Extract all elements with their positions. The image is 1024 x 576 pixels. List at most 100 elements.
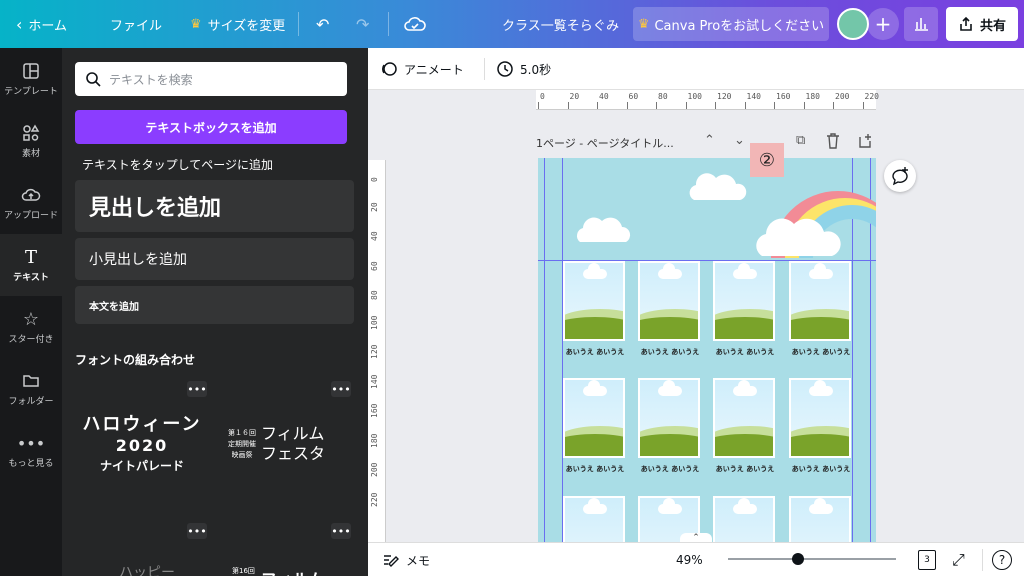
cloud-graphic	[658, 498, 682, 514]
add-page-icon	[859, 134, 871, 148]
ruler-tick-label: 20	[370, 201, 379, 212]
invite-button[interactable]: +	[867, 8, 899, 40]
search-input[interactable]: テキストを検索	[75, 62, 347, 96]
page-down-button[interactable]: ⌄	[734, 133, 745, 148]
ruler-tick-label: 40	[599, 92, 609, 101]
photo-frame[interactable]	[638, 261, 700, 341]
fullscreen-button[interactable]: ⤢	[952, 543, 965, 576]
photo-frame[interactable]	[713, 261, 775, 341]
photo-caption[interactable]: あいうえ あいうえ	[557, 464, 633, 474]
cloud-graphic	[733, 263, 757, 279]
photo-frame[interactable]	[638, 378, 700, 458]
help-button[interactable]: ?	[992, 543, 1012, 576]
ruler-tick	[538, 102, 539, 109]
photo-frame[interactable]	[713, 496, 775, 542]
delete-page-button[interactable]	[826, 133, 840, 153]
page-count-button[interactable]: 3	[918, 543, 936, 576]
trash-icon	[827, 133, 839, 149]
ruler-tick-label: 80	[658, 92, 668, 101]
ruler-tick	[567, 102, 569, 109]
notes-button[interactable]: メモ	[382, 543, 430, 576]
photo-frame[interactable]	[563, 261, 625, 341]
photo-caption[interactable]: あいうえ あいうえ	[707, 464, 783, 474]
cloud-graphic[interactable]	[686, 170, 748, 204]
rail-item-uploads[interactable]: アップロード	[0, 172, 62, 234]
ruler-tick-label: 80	[370, 290, 379, 300]
duplicate-icon: ⧉	[796, 133, 806, 148]
photo-caption[interactable]: あいうえ あいうえ	[632, 347, 708, 357]
photo-frame[interactable]	[563, 496, 625, 542]
insights-button[interactable]	[904, 7, 938, 41]
duration-button[interactable]: 5.0秒	[496, 48, 551, 90]
redo-button[interactable]: ↷	[356, 0, 369, 48]
upload-icon	[21, 188, 41, 201]
font-combo-happy[interactable]: ハッピー	[102, 562, 192, 576]
add-heading-button[interactable]: 見出しを追加	[75, 180, 354, 232]
page-up-button[interactable]: ⌃	[704, 133, 715, 148]
photo-frame[interactable]	[789, 496, 851, 542]
combo-more-button[interactable]: •••	[187, 523, 207, 539]
photo-frame[interactable]	[563, 378, 625, 458]
ruler-tick-label: 60	[370, 260, 379, 271]
zoom-slider-handle[interactable]	[791, 553, 804, 565]
rail-item-elements[interactable]: 素材	[0, 110, 62, 172]
undo-button[interactable]: ↶	[316, 0, 329, 48]
document-title[interactable]: クラス一覧そらぐみ	[502, 0, 619, 48]
font-combo-film-festa[interactable]: 第１６回 定期開催 映画祭 フィルム フェスタ	[228, 424, 358, 464]
zoom-slider[interactable]	[728, 553, 896, 565]
photo-frame[interactable]	[789, 378, 851, 458]
chevron-up-icon: ⌃	[704, 133, 715, 148]
photo-caption[interactable]: あいうえ あいうえ	[632, 464, 708, 474]
page-title[interactable]: 1ページ - ページタイトル...	[536, 135, 674, 151]
add-textbox-button[interactable]: テキストボックスを追加	[75, 110, 347, 144]
combo-more-button[interactable]: •••	[331, 523, 351, 539]
rail-item-starred[interactable]: ☆ スター付き	[0, 296, 62, 358]
font-combo-halloween[interactable]: ハロウィーン 2020 ナイトパレード	[82, 410, 202, 474]
ruler-tick-label: 220	[370, 492, 379, 507]
cloud-graphic[interactable]	[574, 212, 634, 246]
photo-frame[interactable]	[713, 378, 775, 458]
photo-caption[interactable]: あいうえ あいうえ	[707, 347, 783, 357]
divider	[982, 549, 983, 571]
photo-frame[interactable]	[789, 261, 851, 341]
combo-more-button[interactable]: •••	[331, 381, 351, 397]
font-combo-film-2[interactable]: 第16回 フィルム	[232, 566, 362, 576]
duplicate-page-button[interactable]: ⧉	[796, 133, 805, 148]
ruler-tick-label: 100	[687, 92, 702, 101]
add-subheading-button[interactable]: 小見出しを追加	[75, 238, 354, 280]
resize-button[interactable]: ♛ サイズを変更	[190, 0, 285, 48]
ruler-tick	[715, 102, 716, 109]
rail-item-templates[interactable]: テンプレート	[0, 48, 62, 110]
more-icon: •••	[331, 524, 351, 538]
avatar[interactable]	[837, 8, 869, 40]
zoom-percentage[interactable]: 49%	[676, 543, 703, 576]
add-page-button[interactable]	[858, 133, 874, 153]
rail-item-more[interactable]: ••• もっと見る	[0, 420, 62, 482]
photo-caption[interactable]: あいうえ あいうえ	[557, 347, 633, 357]
chevron-left-icon: ‹	[16, 14, 23, 34]
ruler-tick-label: 160	[776, 92, 791, 101]
save-status-button[interactable]	[404, 0, 426, 48]
home-button[interactable]: ‹ ホーム	[16, 0, 67, 48]
ruler-tick	[833, 102, 834, 109]
combo-more-button[interactable]: •••	[187, 381, 207, 397]
share-button[interactable]: 共有	[946, 7, 1018, 41]
design-canvas[interactable]: あいうえ あいうえ あいうえ あいうえ あいうえ あいうえ あいうえ あいうえ あいうえ…	[538, 158, 876, 542]
add-body-button[interactable]: 本文を追加	[75, 286, 354, 324]
file-menu-button[interactable]: ファイル	[110, 0, 162, 48]
clock-icon	[497, 61, 513, 77]
photo-caption[interactable]: あいうえ あいうえ	[783, 464, 859, 474]
animate-button[interactable]: アニメート	[380, 48, 464, 90]
cloud-graphic[interactable]	[754, 212, 844, 260]
try-pro-button[interactable]: ♛ Canva Proをお試しください	[633, 7, 829, 41]
ruler-tick-label: 40	[370, 231, 379, 241]
cloud-graphic	[809, 498, 833, 514]
rail-item-text[interactable]: T テキスト	[0, 234, 62, 296]
rail-item-folders[interactable]: フォルダー	[0, 358, 62, 420]
vertical-ruler: 0 20 40 60 80 100 120 140 160 180 200 220	[368, 160, 386, 542]
hill-graphic	[715, 317, 773, 339]
chevron-down-icon: ⌄	[734, 133, 745, 148]
hill-graphic	[640, 434, 698, 456]
photo-caption[interactable]: あいうえ あいうえ	[783, 347, 859, 357]
add-comment-button[interactable]	[884, 160, 916, 192]
